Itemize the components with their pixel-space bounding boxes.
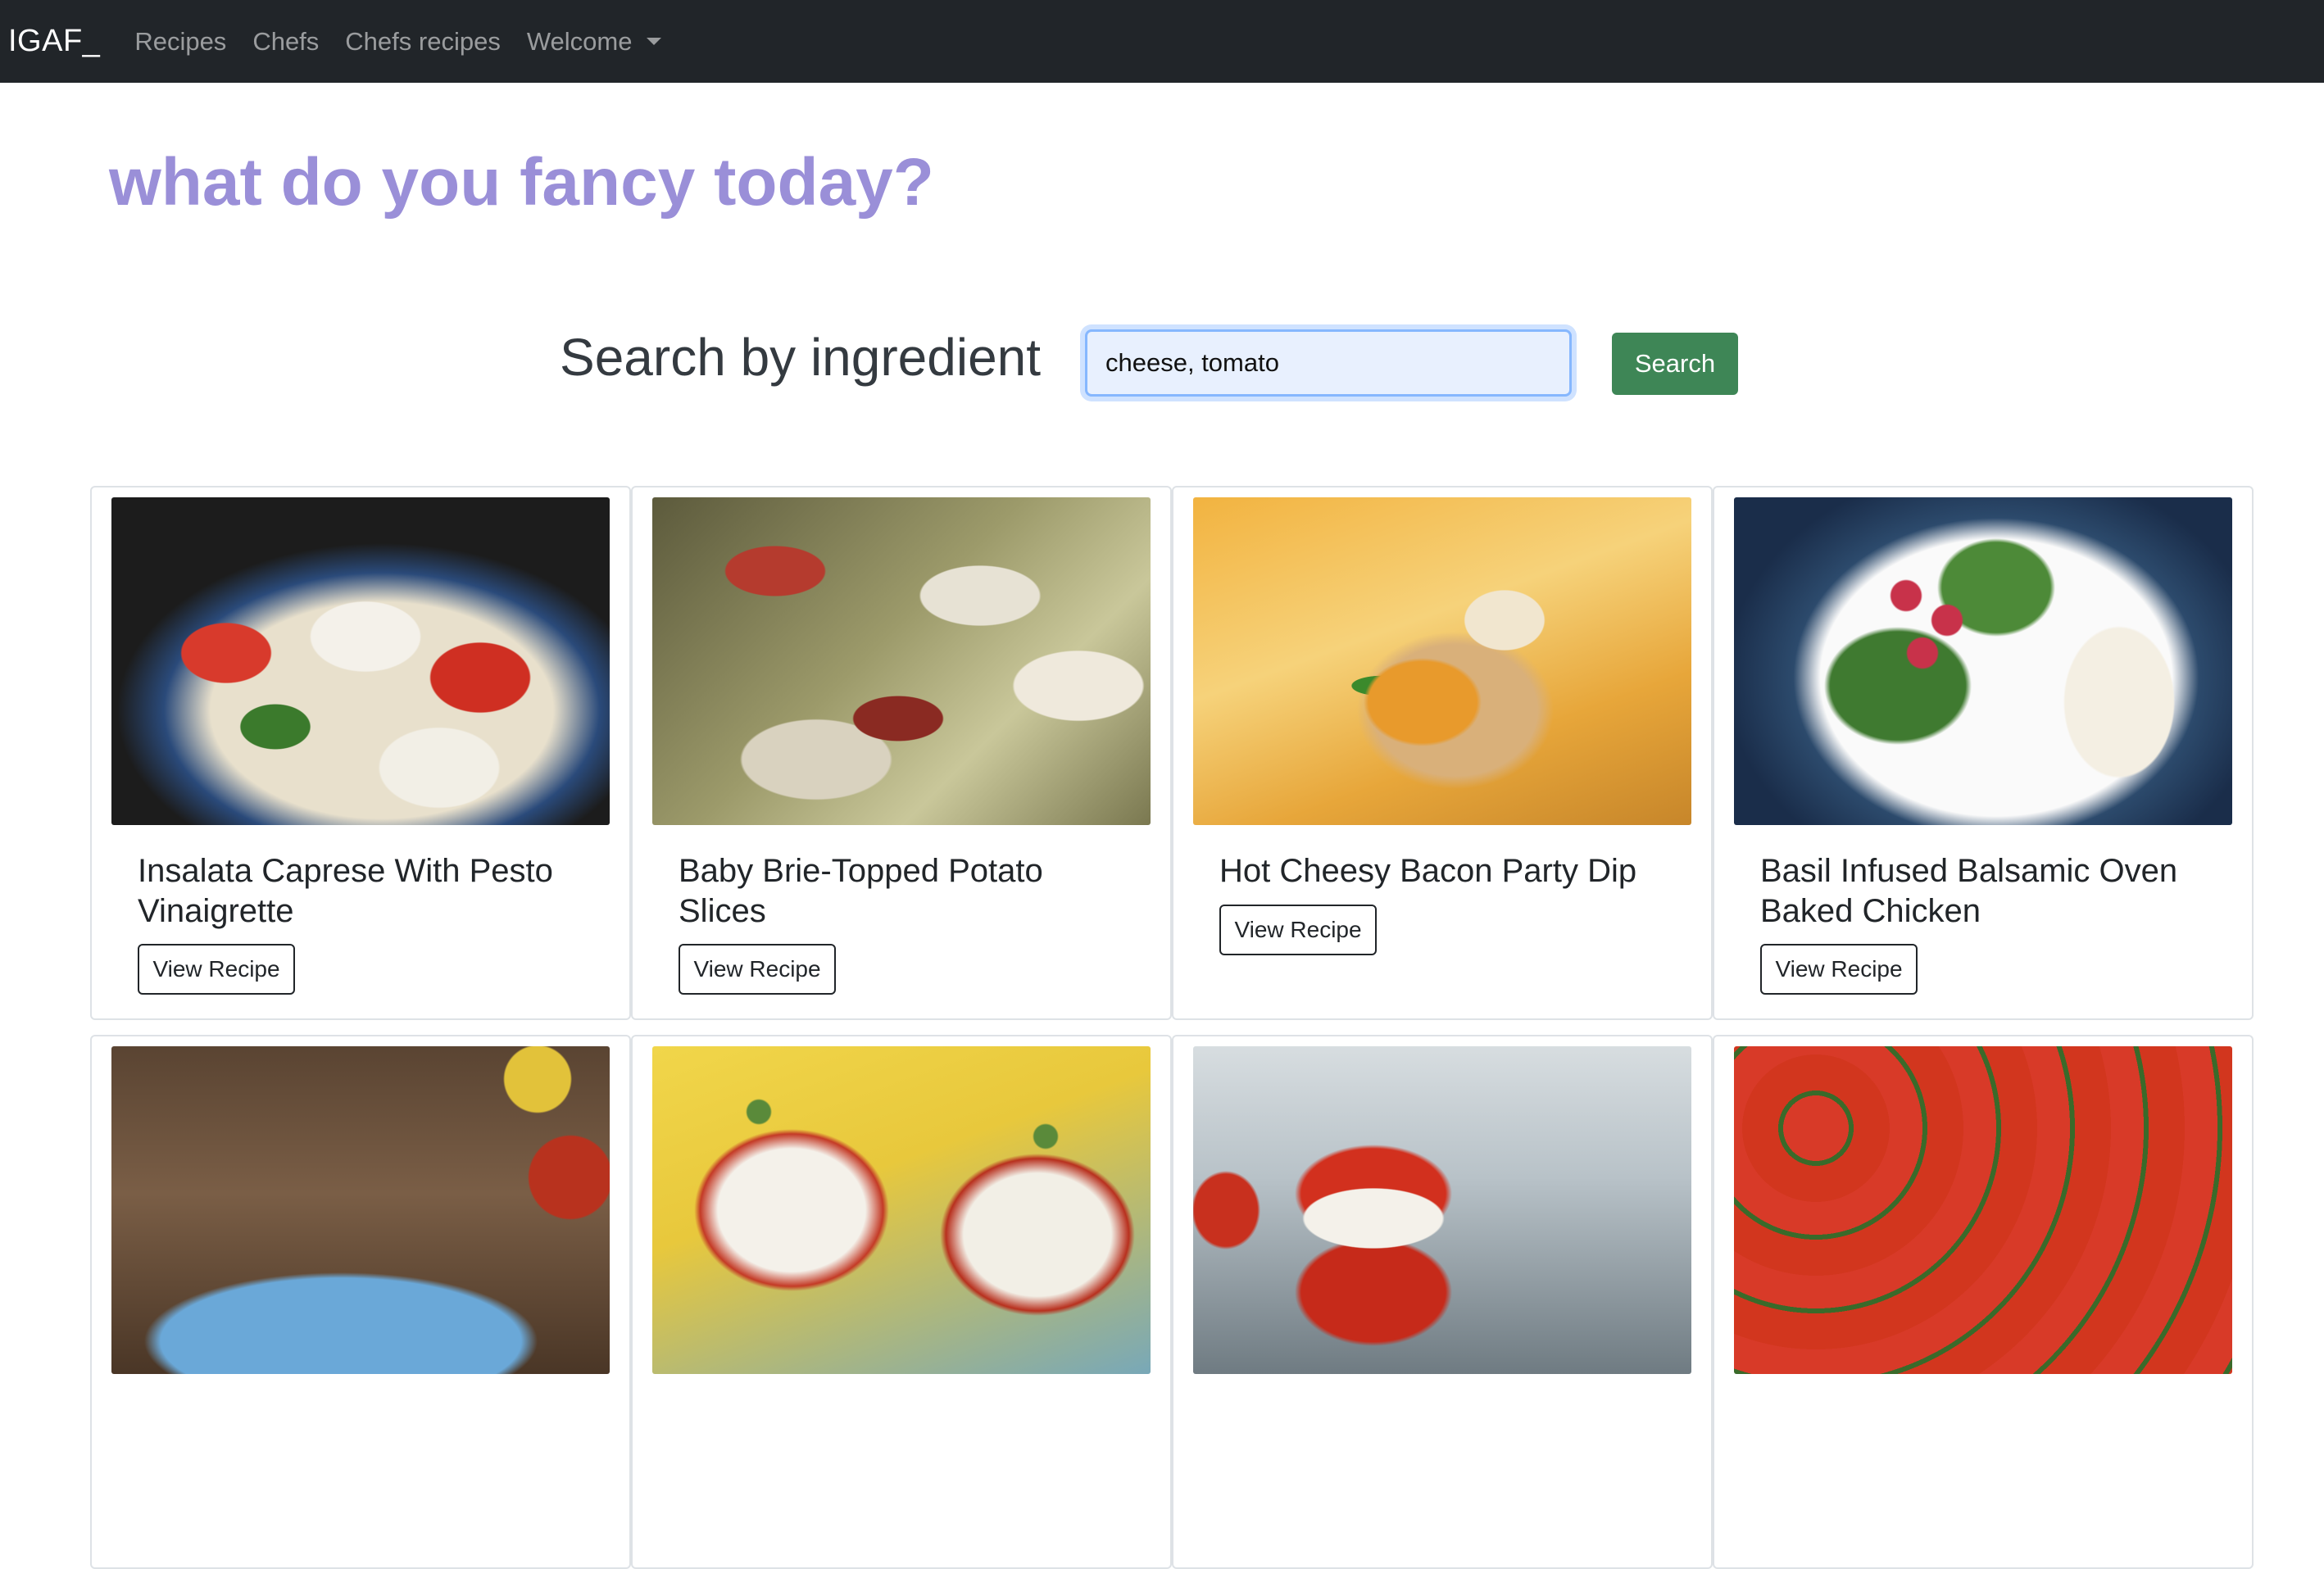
nav-link-recipes[interactable]: Recipes (134, 27, 226, 57)
nav-dropdown-welcome-label: Welcome (526, 26, 633, 56)
page-title: what do you fancy today? (109, 145, 934, 220)
search-label: Search by ingredient (560, 328, 1042, 387)
recipe-image[interactable] (1734, 497, 2232, 825)
view-recipe-button[interactable]: View Recipe (1760, 944, 1918, 995)
recipe-image[interactable] (1734, 1046, 2232, 1374)
top-navbar: IGAF_ Recipes Chefs Chefs recipes Welcom… (0, 0, 2324, 83)
nav-link-chefs[interactable]: Chefs (252, 27, 319, 57)
recipe-title: Insalata Caprese With Pesto Vinaigrette (138, 853, 553, 929)
recipe-card (90, 1035, 631, 1569)
recipe-image[interactable] (111, 497, 610, 825)
recipe-card: Hot Cheesy Bacon Party Dip View Recipe (1172, 486, 1713, 1020)
recipe-card (1172, 1035, 1713, 1569)
recipe-image[interactable] (652, 1046, 1151, 1374)
recipe-image[interactable] (1193, 497, 1691, 825)
recipe-grid: Insalata Caprese With Pesto Vinaigrette … (90, 486, 2254, 1569)
nav-link-chefs-recipes[interactable]: Chefs recipes (345, 27, 501, 57)
view-recipe-button[interactable]: View Recipe (679, 944, 836, 995)
recipe-card (631, 1035, 1172, 1569)
recipe-title: Hot Cheesy Bacon Party Dip (1219, 853, 1637, 889)
view-recipe-button[interactable]: View Recipe (1219, 905, 1377, 955)
recipe-image[interactable] (652, 497, 1151, 825)
search-button[interactable]: Search (1612, 333, 1738, 395)
brand-logo[interactable]: IGAF_ (8, 24, 100, 59)
view-recipe-button[interactable]: View Recipe (138, 944, 295, 995)
recipe-image[interactable] (111, 1046, 610, 1374)
ingredient-search-input[interactable] (1085, 329, 1572, 397)
recipe-card (1713, 1035, 2254, 1569)
recipe-card: Baby Brie-Topped Potato Slices View Reci… (631, 486, 1172, 1020)
caret-down-icon (647, 38, 662, 45)
recipe-card: Insalata Caprese With Pesto Vinaigrette … (90, 486, 631, 1020)
recipe-title: Basil Infused Balsamic Oven Baked Chicke… (1760, 853, 2178, 929)
recipe-card: Basil Infused Balsamic Oven Baked Chicke… (1713, 486, 2254, 1020)
recipe-image[interactable] (1193, 1046, 1691, 1374)
recipe-title: Baby Brie-Topped Potato Slices (679, 853, 1043, 929)
nav-dropdown-welcome[interactable]: Welcome (527, 27, 662, 57)
